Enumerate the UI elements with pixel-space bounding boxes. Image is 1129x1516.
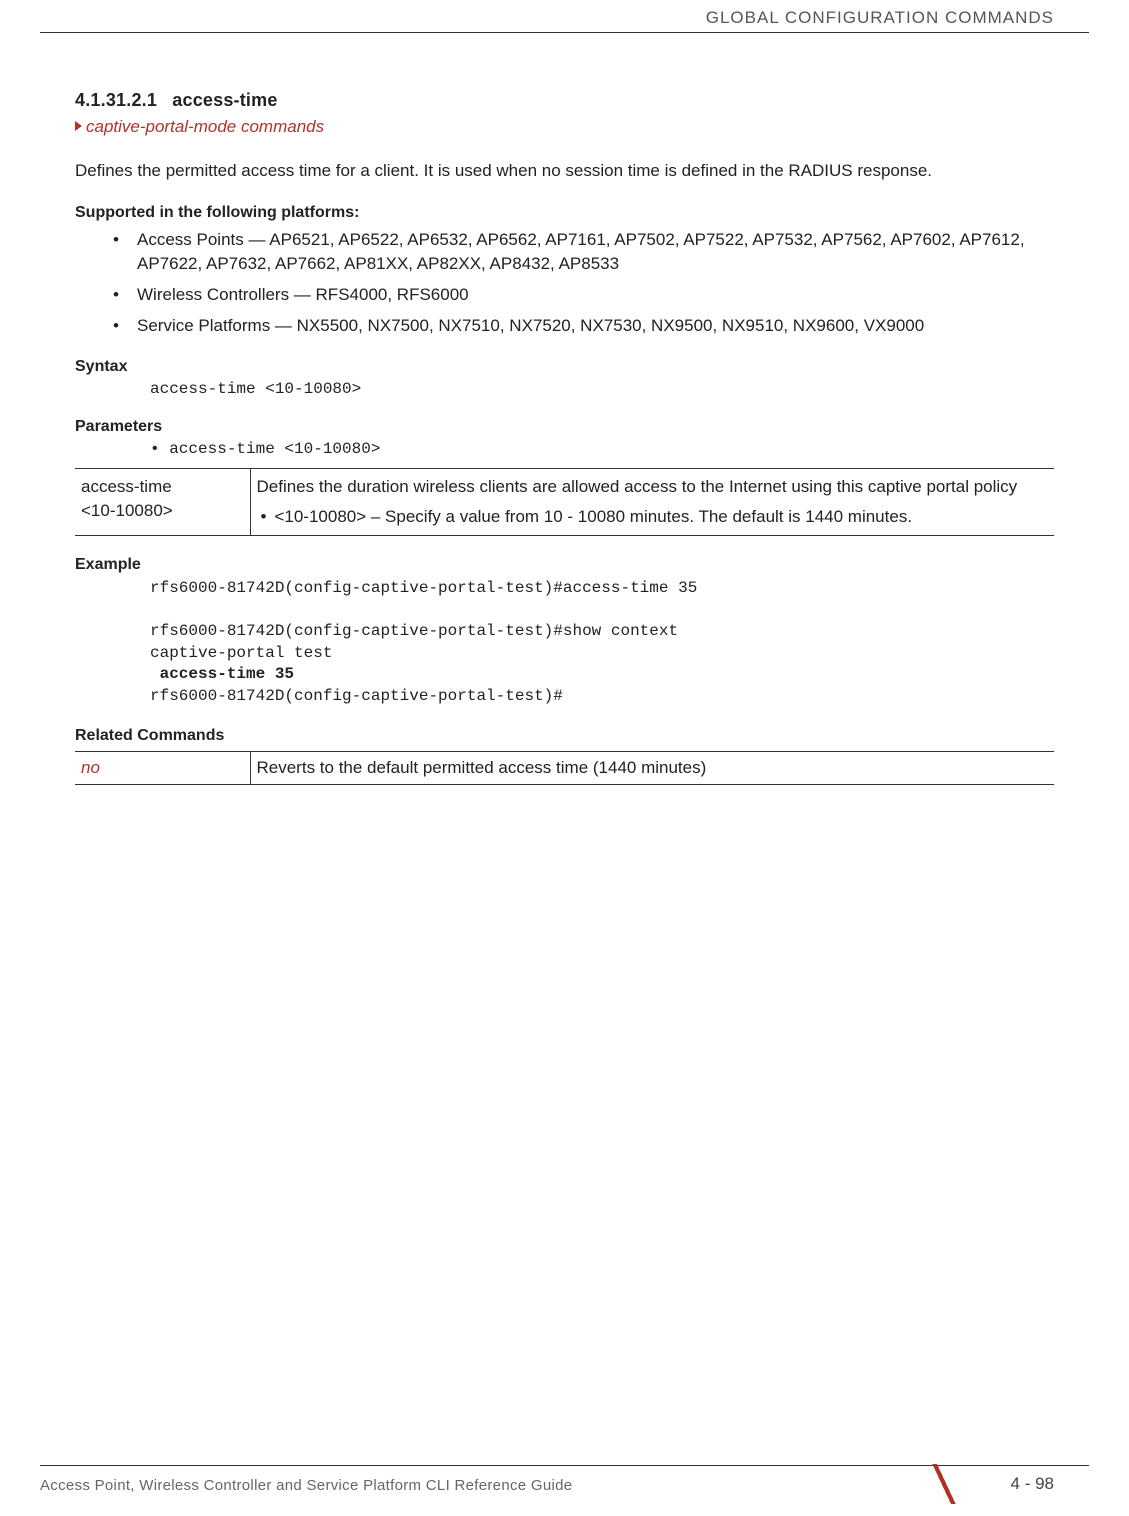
param-desc-line: Defines the duration wireless clients ar… — [257, 475, 1045, 499]
example-block: rfs6000-81742D(config-captive-portal-tes… — [75, 578, 1054, 708]
param-name-cell: access-time <10-10080> — [75, 469, 250, 536]
breadcrumb[interactable]: captive-portal-mode commands — [75, 117, 1054, 137]
section-heading: 4.1.31.2.1 access-time — [75, 90, 1054, 111]
table-row: access-time <10-10080> Defines the durat… — [75, 469, 1054, 536]
related-table: no Reverts to the default permitted acce… — [75, 751, 1054, 785]
section-title: access-time — [172, 90, 277, 110]
parameters-heading: Parameters — [75, 418, 1054, 436]
footer-page-number: 4 - 98 — [1011, 1474, 1054, 1494]
breadcrumb-label: captive-portal-mode commands — [86, 117, 324, 136]
example-line: rfs6000-81742D(config-captive-portal-tes… — [150, 579, 697, 597]
supported-heading: Supported in the following platforms: — [75, 204, 1054, 222]
arrow-right-icon — [75, 121, 82, 131]
related-heading: Related Commands — [75, 727, 1054, 745]
list-item: Wireless Controllers — RFS4000, RFS6000 — [113, 283, 1054, 308]
intro-paragraph: Defines the permitted access time for a … — [75, 159, 1054, 184]
table-row: no Reverts to the default permitted acce… — [75, 752, 1054, 785]
syntax-code: access-time <10-10080> — [75, 380, 1054, 398]
footer-title: Access Point, Wireless Controller and Se… — [40, 1477, 572, 1494]
related-cmd-cell[interactable]: no — [75, 752, 250, 785]
page-content: 4.1.31.2.1 access-time captive-portal-mo… — [0, 0, 1129, 785]
list-item: Service Platforms — NX5500, NX7500, NX75… — [113, 314, 1054, 339]
example-line: captive-portal test — [150, 644, 332, 662]
example-line: rfs6000-81742D(config-captive-portal-tes… — [150, 687, 563, 705]
parameters-table: access-time <10-10080> Defines the durat… — [75, 468, 1054, 536]
example-line-bold: access-time 35 — [150, 665, 294, 683]
slash-decoration-icon — [914, 1464, 974, 1504]
example-heading: Example — [75, 556, 1054, 574]
parameters-bullet: • access-time <10-10080> — [75, 440, 1054, 458]
top-rule — [40, 32, 1089, 33]
list-item: Access Points — AP6521, AP6522, AP6532, … — [113, 228, 1054, 277]
param-desc-cell: Defines the duration wireless clients ar… — [250, 469, 1054, 536]
supported-list: Access Points — AP6521, AP6522, AP6532, … — [75, 228, 1054, 339]
section-number: 4.1.31.2.1 — [75, 90, 157, 110]
running-header: GLOBAL CONFIGURATION COMMANDS — [706, 8, 1054, 28]
syntax-heading: Syntax — [75, 358, 1054, 376]
example-line: rfs6000-81742D(config-captive-portal-tes… — [150, 622, 678, 640]
related-desc-cell: Reverts to the default permitted access … — [250, 752, 1054, 785]
param-desc-bullet: <10-10080> – Specify a value from 10 - 1… — [257, 505, 1045, 529]
